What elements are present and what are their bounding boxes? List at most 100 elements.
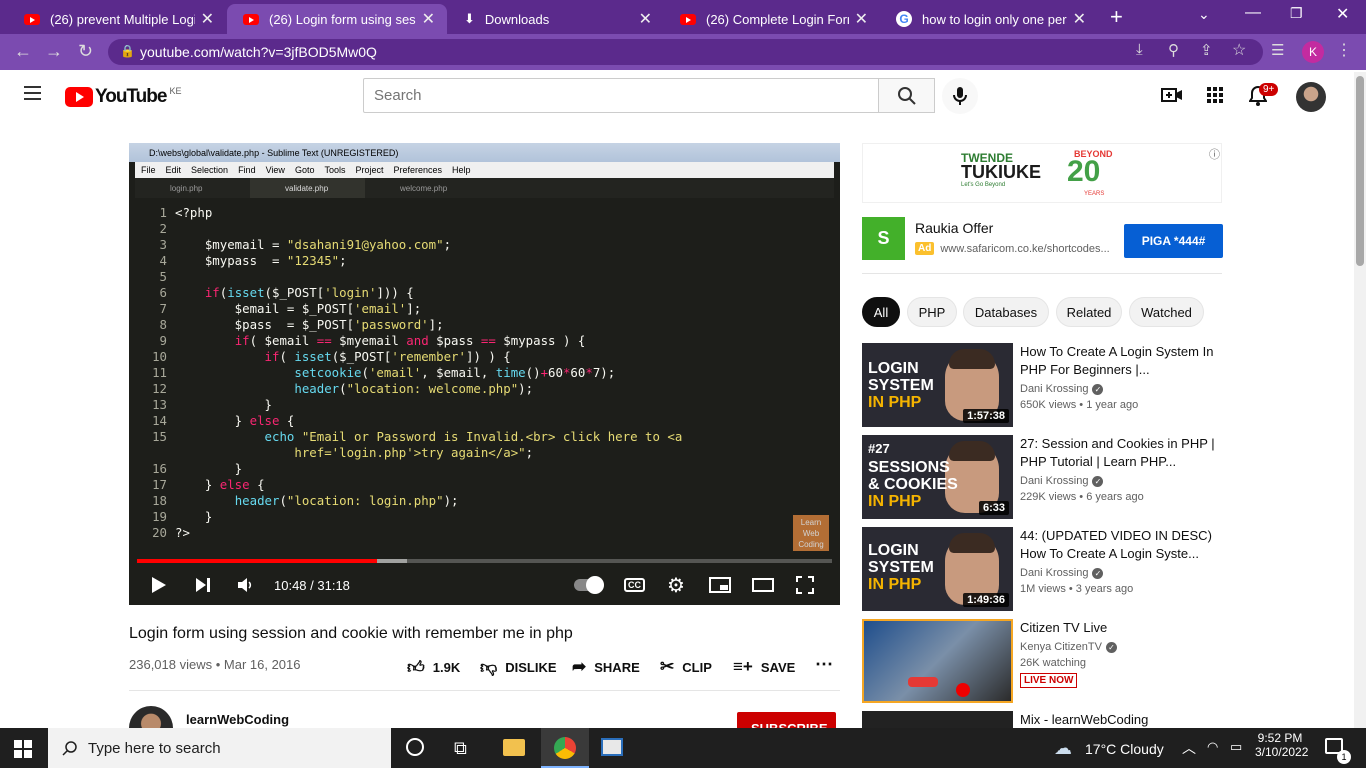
theater-mode-button[interactable] <box>752 574 774 596</box>
channel-name[interactable]: learnWebCoding <box>186 712 289 727</box>
scrollbar-thumb[interactable] <box>1356 76 1364 266</box>
play-button[interactable] <box>151 574 167 596</box>
battery-icon[interactable]: ▭ <box>1230 739 1242 755</box>
recommendation-item[interactable]: LOGIN SYSTEM IN PHP 1:57:38 How To Creat… <box>862 343 1222 427</box>
tray-chevron-icon[interactable]: ︿ <box>1182 738 1196 758</box>
reload-icon[interactable]: ↻ <box>78 41 93 62</box>
browser-tab[interactable]: ⬇ Downloads ✕ <box>448 4 664 34</box>
recommendation-item[interactable]: LOGIN SYSTEM IN PHP 1:49:36 44: (UPDATED… <box>862 527 1222 611</box>
dislike-button[interactable]: 👎︎ DISLIKE <box>480 657 557 678</box>
recommendation-title[interactable]: Citizen TV Live <box>1020 619 1220 637</box>
ad-info-icon[interactable]: ⓘ <box>1209 146 1220 162</box>
hamburger-menu-icon[interactable] <box>24 86 41 100</box>
next-button[interactable] <box>195 574 211 596</box>
recommendation-title[interactable]: How To Create A Login System In PHP For … <box>1020 343 1220 379</box>
chip-related[interactable]: Related <box>1056 297 1122 327</box>
media-icon[interactable]: ☰ <box>1271 41 1284 59</box>
close-tab-icon[interactable]: ✕ <box>422 9 435 29</box>
taskbar-search-box[interactable]: Type here to search <box>48 728 391 768</box>
browser-tab[interactable]: (26) prevent Multiple Logins ✕ <box>8 4 226 34</box>
recommendation-title[interactable]: 27: Session and Cookies in PHP | PHP Tut… <box>1020 435 1220 471</box>
cortana-icon[interactable] <box>406 738 424 756</box>
menu-kebab-icon[interactable]: ⋮ <box>1336 40 1352 60</box>
channel-watermark[interactable]: Learn Web Coding <box>793 515 829 551</box>
live-thumbnail[interactable] <box>862 619 1013 703</box>
settings-gear-icon[interactable]: ⚙ <box>667 574 685 597</box>
page-scrollbar[interactable] <box>1354 72 1366 728</box>
weather-cloud-icon[interactable]: ☁ <box>1054 738 1072 759</box>
ad-badge: Ad <box>915 242 935 255</box>
browser-tab[interactable]: G how to login only one person ✕ <box>880 4 1098 34</box>
progress-bar[interactable] <box>137 559 832 563</box>
autoplay-toggle[interactable] <box>574 574 604 596</box>
clock[interactable]: 9:52 PM 3/10/2022 <box>1255 731 1308 759</box>
recommendation-title[interactable]: 44: (UPDATED VIDEO IN DESC) How To Creat… <box>1020 527 1220 563</box>
captions-button[interactable]: CC <box>624 574 645 596</box>
video-player[interactable]: D:\webs\global\validate.php - Sublime Te… <box>129 143 840 605</box>
recommendation-channel[interactable]: Dani Krossing ✓ <box>1020 475 1220 487</box>
new-tab-button[interactable]: + <box>1110 4 1123 30</box>
ad-title[interactable]: Raukia Offer <box>915 220 993 236</box>
close-tab-icon[interactable]: ✕ <box>639 9 652 29</box>
app-window-icon[interactable] <box>601 738 623 756</box>
browser-tab[interactable]: (26) Complete Login Form W ✕ <box>664 4 880 34</box>
search-input[interactable] <box>363 78 879 113</box>
recommendation-item[interactable]: Mix - learnWebCoding <box>862 711 1222 728</box>
tab-search-icon[interactable]: ⌄ <box>1198 6 1210 23</box>
recommendation-title[interactable]: Mix - learnWebCoding <box>1020 711 1220 728</box>
url-text: youtube.com/watch?v=3jfBOD5Mw0Q <box>140 44 377 60</box>
chip-all[interactable]: All <box>862 297 900 327</box>
recommendation-channel[interactable]: Dani Krossing ✓ <box>1020 567 1220 579</box>
close-tab-icon[interactable]: ✕ <box>201 9 214 29</box>
close-tab-icon[interactable]: ✕ <box>855 9 868 29</box>
safaricom-logo[interactable]: S <box>862 217 905 260</box>
chip-databases[interactable]: Databases <box>963 297 1049 327</box>
close-window-button[interactable]: ✕ <box>1336 4 1349 24</box>
task-view-icon[interactable]: ⧉ <box>454 738 467 759</box>
address-bar[interactable]: 🔒 youtube.com/watch?v=3jfBOD5Mw0Q <box>108 39 1263 65</box>
restore-button[interactable]: ❐ <box>1290 5 1303 22</box>
install-icon[interactable]: ⤓ <box>1136 41 1143 58</box>
recommendation-item[interactable]: Citizen TV Live Kenya CitizenTV ✓ 26K wat… <box>862 619 1222 703</box>
share-button[interactable]: ➦ SHARE <box>572 657 640 677</box>
chrome-taskbar-button[interactable] <box>541 728 589 768</box>
chip-watched[interactable]: Watched <box>1129 297 1204 327</box>
youtube-logo[interactable]: YouTube KE <box>65 86 181 108</box>
banner-ad[interactable]: TWENDE TUKIUKE Let's Go Beyond BEYOND 20… <box>862 143 1222 203</box>
mix-thumbnail[interactable] <box>862 711 1013 728</box>
zoom-icon[interactable]: ⚲ <box>1168 41 1179 59</box>
close-tab-icon[interactable]: ✕ <box>1073 9 1086 29</box>
forward-icon[interactable]: → <box>45 41 63 62</box>
search-button[interactable] <box>878 78 935 113</box>
profile-avatar[interactable]: K <box>1302 41 1324 63</box>
volume-button[interactable] <box>237 574 253 596</box>
recommendation-channel[interactable]: Dani Krossing ✓ <box>1020 383 1220 395</box>
weather-text[interactable]: 17°C Cloudy <box>1085 741 1164 757</box>
miniplayer-button[interactable] <box>709 574 731 596</box>
video-thumbnail[interactable]: #27 SESSIONS & COOKIES IN PHP 6:33 <box>862 435 1013 519</box>
chip-php[interactable]: PHP <box>907 297 957 327</box>
video-thumbnail[interactable]: LOGIN SYSTEM IN PHP 1:57:38 <box>862 343 1013 427</box>
like-button[interactable]: 👍︎ 1.9K <box>407 657 460 678</box>
save-button[interactable]: ≡+ SAVE <box>733 657 795 677</box>
video-thumbnail[interactable]: LOGIN SYSTEM IN PHP 1:49:36 <box>862 527 1013 611</box>
recommendation-item[interactable]: #27 SESSIONS & COOKIES IN PHP 6:33 27: S… <box>862 435 1222 519</box>
minimize-button[interactable]: — <box>1245 4 1261 22</box>
create-video-icon[interactable] <box>1161 86 1183 109</box>
wifi-icon[interactable]: ◠ <box>1207 739 1218 755</box>
divider <box>129 690 840 691</box>
back-icon[interactable]: ← <box>14 41 32 62</box>
apps-grid-icon[interactable] <box>1207 87 1223 108</box>
ad-cta-button[interactable]: PIGA *444# <box>1124 224 1223 258</box>
file-explorer-icon[interactable] <box>503 739 525 756</box>
bookmark-star-icon[interactable]: ☆ <box>1232 40 1246 60</box>
fullscreen-button[interactable] <box>796 574 814 596</box>
clip-button[interactable]: ✂ CLIP <box>660 657 712 677</box>
account-avatar[interactable] <box>1296 82 1326 112</box>
more-actions-icon[interactable]: ⋯ <box>815 654 833 675</box>
share-page-icon[interactable]: ⇪ <box>1200 41 1213 59</box>
recommendation-channel[interactable]: Kenya CitizenTV ✓ <box>1020 641 1220 653</box>
browser-tab-active[interactable]: (26) Login form using session ✕ <box>227 4 447 34</box>
voice-search-button[interactable] <box>942 78 978 114</box>
windows-start-icon[interactable] <box>14 740 32 763</box>
